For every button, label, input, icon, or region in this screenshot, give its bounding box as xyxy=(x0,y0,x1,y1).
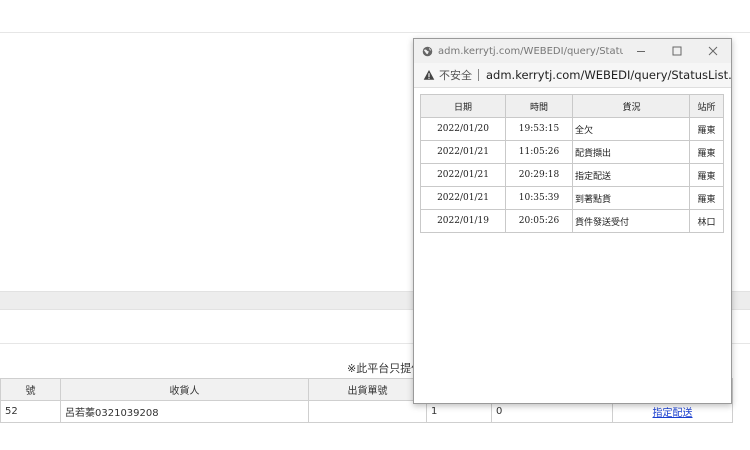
col-header-order-number: 出貨單號 xyxy=(308,378,427,401)
cell-site: 羅東 xyxy=(689,186,724,210)
cell-date: 2022/01/20 xyxy=(420,117,506,141)
cell-status: 貨件發送受付 xyxy=(572,209,690,233)
globe-icon xyxy=(419,43,435,59)
cell-date: 2022/01/21 xyxy=(420,186,506,210)
cell-number: 52 xyxy=(0,400,61,423)
cell-status: 配貨擷出 xyxy=(572,140,690,164)
table-row: 2022/01/21 11:05:26 配貨擷出 羅東 xyxy=(420,140,724,164)
cell-date: 2022/01/21 xyxy=(420,163,506,187)
cell-site: 羅東 xyxy=(689,140,724,164)
table-row: 2022/01/21 20:29:18 指定配送 羅東 xyxy=(420,163,724,187)
table-row: 2022/01/19 20:05:26 貨件發送受付 林口 xyxy=(420,209,724,233)
cell-order-number xyxy=(308,400,427,423)
cell-status: 指定配送 xyxy=(572,163,690,187)
url-text[interactable]: adm.kerrytj.com/WEBEDI/query/StatusList.… xyxy=(486,68,731,82)
status-table-header: 日期 時間 貨況 站所 xyxy=(420,94,724,118)
table-row: 2022/01/21 10:35:39 到著點貨 羅東 xyxy=(420,186,724,210)
table-row: 2022/01/20 19:53:15 全欠 羅東 xyxy=(420,117,724,141)
address-separator xyxy=(478,69,479,81)
col-header-time: 時間 xyxy=(505,94,573,118)
cell-date: 2022/01/19 xyxy=(420,209,506,233)
minimize-button[interactable] xyxy=(623,39,659,63)
cell-site: 羅東 xyxy=(689,163,724,187)
platform-notice: ※此平台只提供 xyxy=(347,362,423,375)
col-header-date: 日期 xyxy=(420,94,506,118)
address-bar[interactable]: 不安全 adm.kerrytj.com/WEBEDI/query/StatusL… xyxy=(414,63,731,88)
popup-titlebar[interactable]: adm.kerrytj.com/WEBEDI/query/StatusLi... xyxy=(414,39,731,63)
status-popup-window: adm.kerrytj.com/WEBEDI/query/StatusLi...… xyxy=(413,38,732,404)
col-header-site: 站所 xyxy=(689,94,724,118)
cell-status: 全欠 xyxy=(572,117,690,141)
close-button[interactable] xyxy=(695,39,731,63)
cell-receiver: 呂若蓁0321039208 xyxy=(60,400,309,423)
cell-time: 11:05:26 xyxy=(505,140,573,164)
col-header-number: 號 xyxy=(0,378,61,401)
status-table: 日期 時間 貨況 站所 2022/01/20 19:53:15 全欠 羅東 20… xyxy=(420,94,724,233)
popup-title: adm.kerrytj.com/WEBEDI/query/StatusLi... xyxy=(438,45,623,57)
cell-time: 19:53:15 xyxy=(505,117,573,141)
cell-time: 20:29:18 xyxy=(505,163,573,187)
cell-date: 2022/01/21 xyxy=(420,140,506,164)
insecure-label[interactable]: 不安全 xyxy=(439,67,472,83)
warning-icon[interactable] xyxy=(421,67,437,83)
maximize-button[interactable] xyxy=(659,39,695,63)
cell-time: 10:35:39 xyxy=(505,186,573,210)
col-header-status: 貨況 xyxy=(572,94,690,118)
background-divider-top xyxy=(0,32,750,33)
cell-site: 林口 xyxy=(689,209,724,233)
cell-site: 羅東 xyxy=(689,117,724,141)
cell-status: 到著點貨 xyxy=(572,186,690,210)
col-header-receiver: 收貨人 xyxy=(60,378,309,401)
page: ※此平台只提供 號 收貨人 出貨單號 52 呂若蓁0321039208 1 0 … xyxy=(0,0,750,450)
cell-time: 20:05:26 xyxy=(505,209,573,233)
status-link[interactable]: 指定配送 xyxy=(617,404,728,419)
